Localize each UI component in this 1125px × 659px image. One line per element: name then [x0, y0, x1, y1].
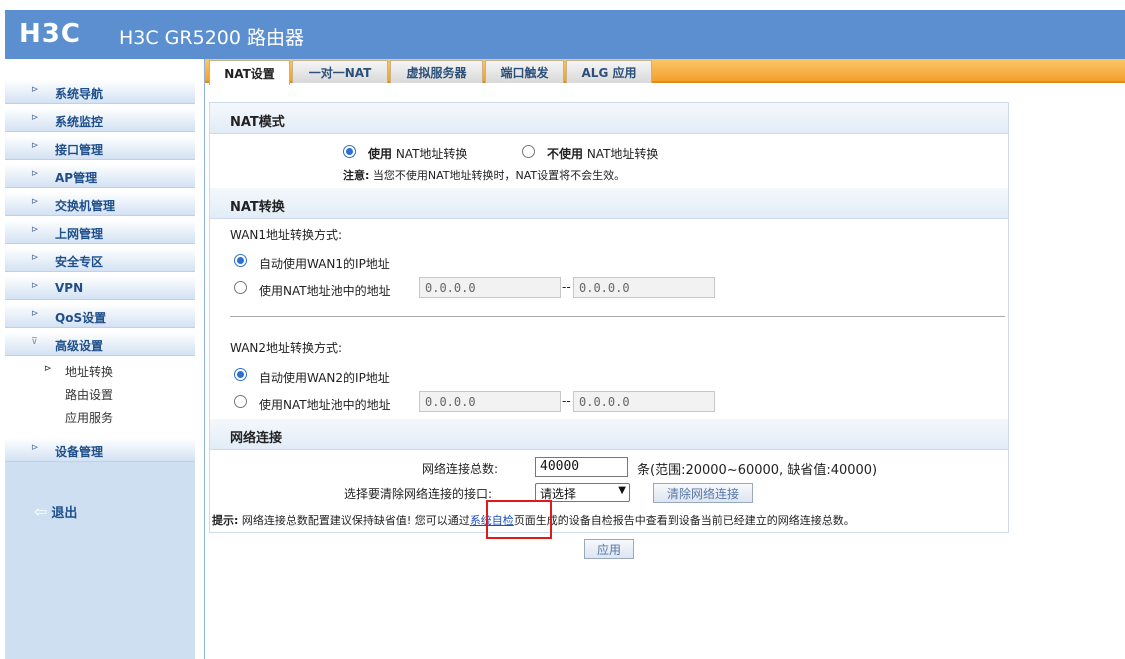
- tab-one-to-one-nat[interactable]: 一对一NAT: [292, 60, 388, 83]
- section-title: NAT转换: [230, 200, 285, 215]
- sidebar-item-switch[interactable]: ⊳ 交换机管理: [5, 192, 195, 216]
- sidebar-item-interface[interactable]: ⊳ 接口管理: [5, 136, 195, 160]
- wan2-label: WAN2地址转换方式:: [230, 341, 343, 355]
- wan2-pool-end-input[interactable]: 0.0.0.0: [573, 391, 715, 412]
- nouse-bold: 不使用: [547, 147, 584, 161]
- logout-icon: ⇦: [34, 502, 48, 521]
- total-connections-hint: 条(范围:20000~60000, 缺省值:40000): [637, 463, 878, 478]
- wan2-pool-start-input[interactable]: 0.0.0.0: [419, 391, 561, 412]
- radio-wan1-auto[interactable]: [234, 254, 247, 267]
- note-rest: 当您不使用NAT地址转换时，NAT设置将不会生效。: [369, 169, 626, 182]
- sidebar-item-label: VPN: [55, 281, 84, 295]
- collapse-arrow-icon: ⊽: [31, 337, 38, 347]
- tab-alg[interactable]: ALG 应用: [566, 60, 652, 83]
- sidebar-item-device[interactable]: ⊳ 设备管理: [5, 438, 195, 462]
- sidebar-subitem-nat[interactable]: 地址转换: [65, 363, 113, 380]
- expand-arrow-icon: ⊳: [31, 309, 39, 319]
- sidebar-item-label: 高级设置: [55, 339, 104, 353]
- total-connections-input[interactable]: 40000: [535, 457, 628, 477]
- nouse-rest: NAT地址转换: [583, 147, 659, 161]
- use-bold: 使用: [368, 147, 393, 161]
- tab-virtual-server[interactable]: 虚拟服务器: [390, 60, 483, 83]
- sidebar-footer-area: [5, 462, 195, 659]
- sidebar-item-internet[interactable]: ⊳ 上网管理: [5, 220, 195, 244]
- sidebar-item-label: 设备管理: [55, 445, 104, 459]
- wan2-pool-label: 使用NAT地址池中的地址: [259, 398, 391, 412]
- section-header-network: 网络连接: [210, 419, 1008, 450]
- sidebar-item-system-monitor[interactable]: ⊳ 系统监控: [5, 108, 195, 132]
- sidebar-item-label: 上网管理: [55, 227, 104, 241]
- current-arrow-icon: ⊳: [44, 364, 52, 374]
- sidebar-item-ap[interactable]: ⊳ AP管理: [5, 164, 195, 188]
- wan-divider: [230, 316, 1005, 317]
- expand-arrow-icon: ⊳: [31, 225, 39, 235]
- sidebar-item-system-nav[interactable]: ⊳ 系统导航: [5, 80, 195, 104]
- clear-interface-label: 选择要清除网络连接的接口:: [344, 487, 493, 501]
- section-title: NAT模式: [230, 115, 285, 130]
- wan1-label: WAN1地址转换方式:: [230, 228, 343, 242]
- expand-arrow-icon: ⊳: [31, 141, 39, 151]
- sidebar-item-label: 接口管理: [55, 143, 104, 157]
- nat-mode-note: 注意: 当您不使用NAT地址转换时，NAT设置将不会生效。: [343, 167, 625, 183]
- chevron-down-icon: ▼: [618, 485, 626, 496]
- expand-arrow-icon: ⊳: [31, 443, 39, 453]
- sidebar-subitem-routing[interactable]: 路由设置: [65, 386, 113, 403]
- wan1-pool-start-input[interactable]: 0.0.0.0: [419, 277, 561, 298]
- wan1-pool-label: 使用NAT地址池中的地址: [259, 284, 391, 298]
- sidebar-item-qos[interactable]: ⊳ QoS设置: [5, 304, 195, 328]
- sidebar-item-label: 系统导航: [55, 87, 104, 101]
- sidebar-item-label: 系统监控: [55, 115, 104, 129]
- range-separator: --: [562, 394, 571, 408]
- radio-wan2-pool[interactable]: [234, 395, 247, 408]
- sidebar-item-label: 安全专区: [55, 255, 104, 269]
- highlight-box: [486, 500, 552, 539]
- expand-arrow-icon: ⊳: [31, 85, 39, 95]
- tip-before: 网络连接总数配置建议保持缺省值! 您可以通过: [238, 514, 470, 527]
- range-separator: --: [562, 280, 571, 294]
- sidebar-item-label: QoS设置: [55, 311, 107, 325]
- wan2-auto-label: 自动使用WAN2的IP地址: [259, 371, 390, 385]
- select-value: 请选择: [540, 487, 577, 501]
- section-header-nat-mode: NAT模式: [210, 103, 1008, 134]
- expand-arrow-icon: ⊳: [31, 113, 39, 123]
- radio-wan2-auto[interactable]: [234, 368, 247, 381]
- use-rest: NAT地址转换: [392, 147, 468, 161]
- radio-use-nat-label: 使用 NAT地址转换: [368, 145, 467, 162]
- logout-label: 退出: [51, 506, 78, 521]
- sidebar-item-label: AP管理: [55, 171, 98, 185]
- radio-no-nat[interactable]: [522, 145, 535, 158]
- total-connections-label: 网络连接总数:: [422, 462, 499, 476]
- sidebar-divider: [204, 59, 205, 659]
- sidebar-item-advanced[interactable]: ⊽ 高级设置: [5, 332, 195, 356]
- expand-arrow-icon: ⊳: [31, 281, 39, 291]
- radio-wan1-pool[interactable]: [234, 281, 247, 294]
- clear-connections-button[interactable]: 清除网络连接: [653, 483, 753, 503]
- tab-port-trigger[interactable]: 端口触发: [485, 60, 564, 83]
- tip-after: 页面生成的设备自检报告中查看到设备当前已经建立的网络连接总数。: [513, 514, 855, 527]
- wan1-auto-label: 自动使用WAN1的IP地址: [259, 257, 390, 271]
- sidebar-item-security[interactable]: ⊳ 安全专区: [5, 248, 195, 272]
- note-bold: 注意:: [343, 169, 370, 182]
- logout-button[interactable]: ⇦ 退出: [34, 502, 77, 521]
- section-header-nat-convert: NAT转换: [210, 188, 1008, 219]
- expand-arrow-icon: ⊳: [31, 197, 39, 207]
- tab-nat-settings[interactable]: NAT设置: [209, 60, 290, 85]
- section-title: 网络连接: [230, 431, 283, 446]
- wan1-pool-end-input[interactable]: 0.0.0.0: [573, 277, 715, 298]
- expand-arrow-icon: ⊳: [31, 169, 39, 179]
- header-title: H3C GR5200 路由器: [119, 27, 304, 49]
- radio-no-nat-label: 不使用 NAT地址转换: [547, 145, 658, 162]
- tip-bold: 提示:: [212, 514, 239, 527]
- sidebar-subitem-app-service[interactable]: 应用服务: [65, 409, 113, 426]
- radio-use-nat[interactable]: [343, 145, 356, 158]
- expand-arrow-icon: ⊳: [31, 253, 39, 263]
- top-header: H3C H3C GR5200 路由器: [5, 10, 1125, 59]
- h3c-logo: H3C: [19, 19, 81, 49]
- sidebar-item-vpn[interactable]: ⊳ VPN: [5, 276, 195, 300]
- apply-button[interactable]: 应用: [584, 539, 634, 559]
- sidebar-item-label: 交换机管理: [55, 199, 116, 213]
